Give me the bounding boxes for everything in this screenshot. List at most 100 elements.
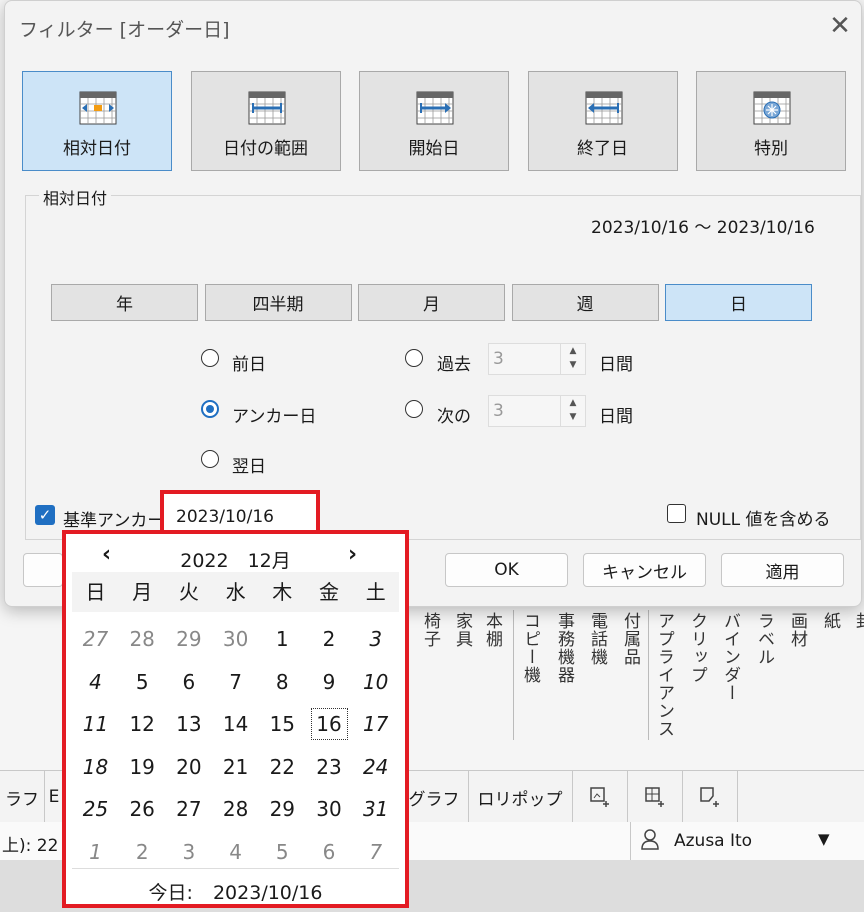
calendar-day[interactable]: 5: [119, 661, 166, 703]
stepper-arrows-icon[interactable]: ▲ ▼: [560, 396, 585, 426]
sheet-tab[interactable]: グラフ: [400, 771, 469, 823]
calendar-popup: ‹ 2022 12月 › 日月火水木金土 27 28 29 30 1 2 3 4 5 6 7 8 9 10…: [62, 530, 409, 908]
calendar-day[interactable]: 24: [352, 746, 399, 788]
calendar-day[interactable]: 1: [259, 618, 306, 660]
following-stepper[interactable]: 3 ▲ ▼: [488, 395, 586, 427]
column-header: 家具: [452, 612, 472, 648]
reset-button[interactable]: [23, 553, 63, 587]
calendar-day[interactable]: 13: [165, 703, 212, 745]
calendar-day[interactable]: 4: [212, 831, 259, 873]
radio-past-label: 過去: [437, 355, 471, 375]
unit-button[interactable]: 年: [51, 284, 198, 321]
weekday-label: 月: [132, 580, 153, 604]
mode-button-3[interactable]: 終了日: [527, 71, 678, 171]
null-checkbox-label: NULL 値を含める: [696, 510, 831, 530]
calendar-day[interactable]: 31: [352, 788, 399, 830]
mode-button-label: 開始日: [408, 139, 460, 159]
calendar-day[interactable]: 28: [212, 788, 259, 830]
radio-past[interactable]: [405, 349, 423, 367]
add-sheet-icon[interactable]: [572, 771, 628, 823]
weekday-label: 水: [225, 580, 246, 604]
unit-button[interactable]: 四半期: [204, 284, 352, 321]
calendar-day[interactable]: 17: [352, 703, 399, 745]
calendar-day[interactable]: 8: [259, 661, 306, 703]
sheet-tab[interactable]: ラフ: [0, 771, 45, 823]
calendar-day[interactable]: 16: [306, 703, 353, 745]
calendar-day[interactable]: 12: [119, 703, 166, 745]
calendar-day[interactable]: 30: [212, 618, 259, 660]
add-story-icon[interactable]: [682, 771, 738, 823]
calendar-day[interactable]: 29: [165, 618, 212, 660]
radio-following-label: 次の: [437, 407, 471, 427]
calendar-day[interactable]: 2: [119, 831, 166, 873]
radio-previous-label: 前日: [232, 355, 266, 375]
unit-button[interactable]: 週: [511, 284, 659, 321]
mode-button-2[interactable]: 開始日: [359, 71, 509, 171]
calendar-day[interactable]: 3: [165, 831, 212, 873]
calendar-day[interactable]: 30: [306, 788, 353, 830]
unit-button[interactable]: 日: [665, 284, 812, 321]
calendar-day[interactable]: 2: [306, 618, 353, 660]
anchor-date-input[interactable]: 2023/10/16: [160, 490, 320, 535]
calendar-day[interactable]: 26: [119, 788, 166, 830]
column-header: 紙: [820, 612, 840, 630]
today-button[interactable]: 今日: 2023/10/16: [66, 878, 405, 905]
user-name[interactable]: Azusa Ito: [674, 831, 752, 851]
calendar-day[interactable]: 9: [306, 661, 353, 703]
cancel-button[interactable]: キャンセル: [583, 553, 706, 587]
null-checkbox[interactable]: [667, 504, 686, 523]
calendar-day[interactable]: 3: [352, 618, 399, 660]
anchor-checkbox-label: 基準アンカー: [63, 511, 165, 531]
calendar-day[interactable]: 14: [212, 703, 259, 745]
stepper-arrows-icon[interactable]: ▲ ▼: [560, 344, 585, 374]
column-header: 封: [852, 612, 864, 630]
calendar-day[interactable]: 27: [72, 618, 119, 660]
apply-button[interactable]: 適用: [721, 553, 844, 587]
calendar-day[interactable]: 29: [259, 788, 306, 830]
calendar-day[interactable]: 10: [352, 661, 399, 703]
radio-previous[interactable]: [201, 349, 219, 367]
sheet-tab[interactable]: ロリポップ: [468, 771, 573, 823]
calendar-day[interactable]: 6: [165, 661, 212, 703]
calendar-day[interactable]: 20: [165, 746, 212, 788]
close-icon[interactable]: ✕: [825, 11, 855, 41]
ok-button[interactable]: OK: [445, 553, 568, 587]
calendar-day[interactable]: 7: [212, 661, 259, 703]
date-range-text: 2023/10/16 ～ 2023/10/16: [591, 218, 815, 238]
chevron-right-icon[interactable]: ›: [348, 542, 357, 567]
filter-dialog: フィルター [オーダー日] ✕ 相対日付 日付の範囲 開始日 終了日 特別 相対日付 2…: [4, 0, 862, 607]
column-header: 事務機器: [554, 612, 574, 684]
calendar-day[interactable]: 5: [259, 831, 306, 873]
mode-button-label: 日付の範囲: [223, 139, 308, 159]
calendar-day[interactable]: 25: [72, 788, 119, 830]
mode-button-4[interactable]: 特別: [696, 71, 846, 171]
calendar-day[interactable]: 28: [119, 618, 166, 660]
column-header: 電話機: [587, 612, 607, 666]
calendar-day[interactable]: 4: [72, 661, 119, 703]
calendar-day[interactable]: 21: [212, 746, 259, 788]
column-header: 画材: [787, 612, 807, 648]
past-stepper[interactable]: 3 ▲ ▼: [488, 343, 586, 375]
weekday-label: 土: [365, 580, 386, 604]
calendar-day[interactable]: 23: [306, 746, 353, 788]
radio-following[interactable]: [405, 400, 423, 418]
calendar-day[interactable]: 19: [119, 746, 166, 788]
radio-next-day[interactable]: [201, 450, 219, 468]
calendar-day[interactable]: 18: [72, 746, 119, 788]
column-header: コピー機: [520, 612, 540, 684]
mode-button-1[interactable]: 日付の範囲: [190, 71, 341, 171]
chevron-down-icon[interactable]: ▼: [818, 830, 830, 848]
calendar-day[interactable]: 22: [259, 746, 306, 788]
add-dashboard-icon[interactable]: [627, 771, 683, 823]
calendar-day[interactable]: 11: [72, 703, 119, 745]
calendar-day[interactable]: 27: [165, 788, 212, 830]
unit-button[interactable]: 月: [358, 284, 505, 321]
anchor-checkbox[interactable]: ✓: [35, 505, 55, 525]
radio-anchor[interactable]: [201, 400, 219, 418]
calendar-day[interactable]: 1: [72, 831, 119, 873]
calendar-day[interactable]: 7: [352, 831, 399, 873]
mode-button-0[interactable]: 相対日付: [22, 71, 172, 171]
calendar-day[interactable]: 15: [259, 703, 306, 745]
mode-button-label: 終了日: [577, 139, 628, 159]
calendar-day[interactable]: 6: [306, 831, 353, 873]
